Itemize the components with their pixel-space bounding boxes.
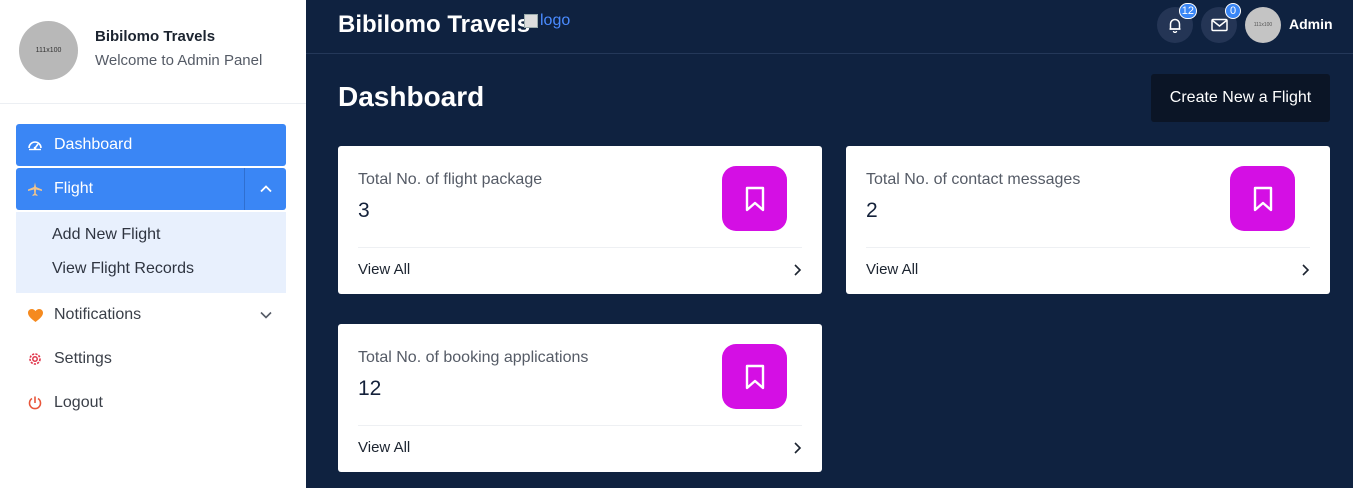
- message-count-badge: 0: [1225, 3, 1241, 19]
- card-value: 12: [358, 377, 382, 400]
- plane-icon: [16, 181, 54, 197]
- view-all-link[interactable]: View All: [358, 439, 410, 456]
- profile-name: Bibilomo Travels: [95, 28, 216, 45]
- gauge-icon: [16, 137, 54, 153]
- sidebar-profile: 111x100 Bibilomo Travels Welcome to Admi…: [0, 0, 306, 104]
- submenu-item-view-flight-records[interactable]: View Flight Records: [52, 260, 194, 278]
- bookmark-icon: [1230, 166, 1295, 231]
- chevron-down-icon[interactable]: [258, 307, 274, 328]
- card-label: Total No. of flight package: [358, 171, 543, 188]
- flight-submenu: Add New Flight View Flight Records: [16, 212, 286, 293]
- admin-name[interactable]: Admin: [1289, 16, 1333, 32]
- power-icon: [16, 395, 54, 411]
- create-flight-button[interactable]: Create New a Flight: [1151, 74, 1330, 122]
- topbar: Bibilomo Travels logo 12 0 111x100 Admin: [306, 0, 1353, 54]
- sidebar-item-label: Flight: [54, 180, 94, 197]
- sidebar-item-settings[interactable]: Settings: [16, 338, 286, 380]
- sidebar-item-logout[interactable]: Logout: [16, 382, 286, 424]
- logo-alt-text: logo: [540, 12, 571, 29]
- page-title: Dashboard: [338, 81, 485, 112]
- brand-title[interactable]: Bibilomo Travels: [338, 11, 530, 39]
- sidebar-item-label: Notifications: [54, 306, 142, 323]
- chevron-right-icon[interactable]: [792, 441, 802, 460]
- profile-avatar: 111x100: [19, 21, 78, 80]
- card-divider: [866, 247, 1310, 248]
- view-all-link[interactable]: View All: [866, 261, 918, 278]
- card-label: Total No. of contact messages: [866, 171, 1081, 188]
- stat-card-flight-packages: Total No. of flight package 3 View All: [338, 146, 822, 294]
- gear-icon: [16, 351, 54, 367]
- bookmark-icon: [722, 344, 787, 409]
- bell-icon: [1169, 18, 1181, 33]
- sidebar: 111x100 Bibilomo Travels Welcome to Admi…: [0, 0, 306, 488]
- bookmark-icon: [722, 166, 787, 231]
- mail-icon: [1210, 18, 1228, 32]
- profile-subtitle: Welcome to Admin Panel: [95, 52, 263, 69]
- notifications-button[interactable]: 12: [1157, 3, 1197, 43]
- card-divider: [358, 247, 802, 248]
- sidebar-item-dashboard[interactable]: Dashboard: [16, 124, 286, 166]
- brand-logo[interactable]: logo: [524, 12, 570, 30]
- chevron-right-icon[interactable]: [1300, 263, 1310, 282]
- stat-card-contact-messages: Total No. of contact messages 2 View All: [846, 146, 1330, 294]
- card-value: 3: [358, 199, 370, 222]
- notification-count-badge: 12: [1178, 3, 1197, 19]
- sidebar-item-notifications[interactable]: Notifications: [16, 294, 286, 336]
- card-value: 2: [866, 199, 878, 222]
- view-all-link[interactable]: View All: [358, 261, 410, 278]
- sidebar-item-label: Dashboard: [54, 136, 133, 153]
- sidebar-item-label: Logout: [54, 394, 103, 411]
- submenu-item-add-new-flight[interactable]: Add New Flight: [52, 226, 161, 244]
- stat-card-booking-applications: Total No. of booking applications 12 Vie…: [338, 324, 822, 472]
- card-label: Total No. of booking applications: [358, 349, 589, 366]
- sidebar-item-label: Settings: [54, 350, 112, 367]
- flight-collapse-toggle[interactable]: [244, 168, 286, 210]
- sidebar-item-flight[interactable]: Flight: [16, 168, 286, 210]
- chevron-up-icon: [259, 185, 272, 193]
- admin-avatar[interactable]: 111x100: [1245, 7, 1281, 43]
- heart-icon: [16, 308, 54, 323]
- broken-image-icon: [524, 14, 538, 28]
- chevron-right-icon[interactable]: [792, 263, 802, 282]
- card-divider: [358, 425, 802, 426]
- messages-button[interactable]: 0: [1201, 3, 1241, 43]
